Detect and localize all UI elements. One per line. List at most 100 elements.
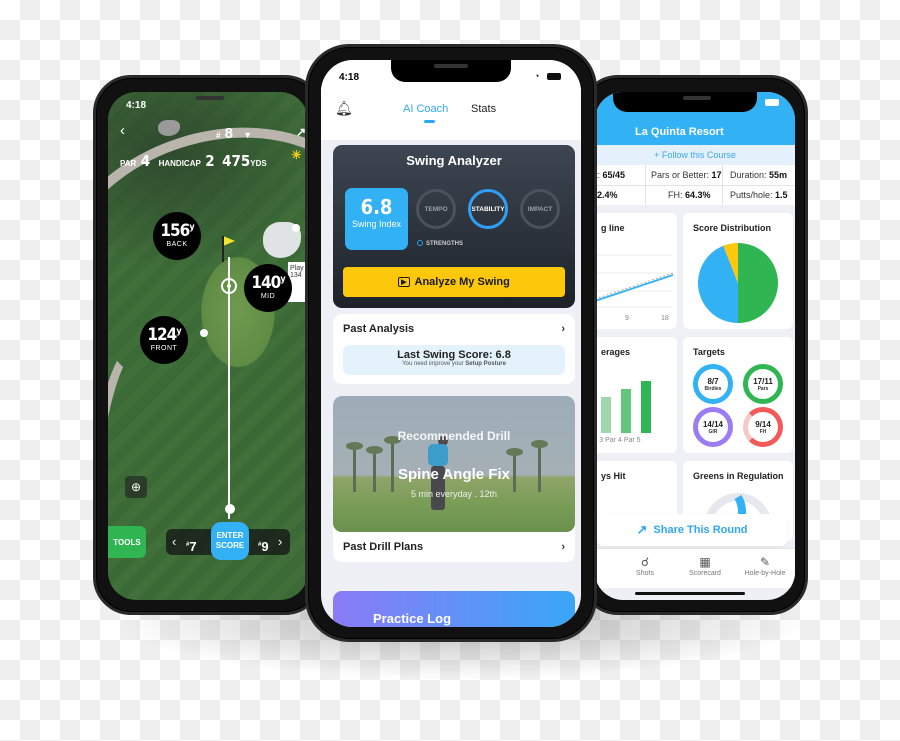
speaker xyxy=(683,96,711,100)
bell-icon[interactable]: 🔔︎ xyxy=(335,100,353,117)
phone-round-stats: ◔ La Quinta Resort + Follow this Course … xyxy=(580,75,808,615)
tab-hole-by-hole[interactable]: ✎ Hole-by-Hole xyxy=(735,555,795,577)
tools-button[interactable]: TOOLS xyxy=(108,526,146,558)
front-dot xyxy=(200,329,208,337)
tick-label: 9 xyxy=(625,315,629,322)
enter-score-button[interactable]: ENTER SCORE xyxy=(211,522,249,560)
layup-dot xyxy=(292,224,300,232)
past-analysis-title: Past Analysis xyxy=(343,323,415,335)
bar-par5 xyxy=(641,381,651,433)
status-time: 4:18 xyxy=(339,72,360,83)
hole-selector[interactable]: # 8 ▼ xyxy=(216,125,252,142)
chevron-down-icon: ▼ xyxy=(243,130,253,140)
speaker xyxy=(434,64,468,68)
handicap-line-series xyxy=(595,274,674,302)
target-fh: 9/14 FH xyxy=(743,407,783,447)
strengths-marker-icon xyxy=(417,240,423,246)
home-indicator[interactable] xyxy=(635,592,745,595)
follow-course-button[interactable]: + Follow this Course xyxy=(595,145,795,165)
phone-ai-coach: 4:18 ◔ 🔔︎ AI Coach Stats Swing Analyzer … xyxy=(305,44,597,642)
swing-analyzer-title: Swing Analyzer xyxy=(406,153,502,168)
stat-item: t: 65/45 xyxy=(595,170,626,180)
recommended-drill-card[interactable]: Recommended Drill Spine Angle Fix 5 min … xyxy=(333,396,575,562)
gps-map-screen[interactable]: 4:18 ‹ # 8 ▼ ↗ ☀ PAR 4 HANDICAP 2 475YDS… xyxy=(108,92,308,600)
practice-log-card[interactable]: Practice Log xyxy=(333,591,575,627)
bunker-top xyxy=(158,120,180,136)
tick-label: r 3 Par 4 Par 5 xyxy=(595,437,641,444)
target-birdies: 8/7 Birdies xyxy=(693,364,733,404)
strengths-legend: STRENGTHS xyxy=(417,240,463,247)
share-icon: ↗ xyxy=(636,522,648,537)
tab-shots[interactable]: ☌ Shots xyxy=(615,555,675,577)
next-hole-chevron-icon[interactable]: › xyxy=(278,534,282,549)
tab-stats[interactable]: Stats xyxy=(471,103,496,115)
score-distribution-pie xyxy=(698,243,778,323)
weather-sun-icon: ☀ xyxy=(291,148,302,162)
handicap-line-baseline xyxy=(595,272,674,300)
notch xyxy=(613,92,757,112)
status-time: 4:18 xyxy=(126,100,147,111)
wifi-icon: ◔ xyxy=(534,71,540,81)
crosshair-target-icon[interactable] xyxy=(221,278,237,294)
tick-label: 18 xyxy=(661,315,669,322)
video-icon: ▶ xyxy=(398,277,410,287)
yardage-mid: 140y MID xyxy=(244,264,292,312)
phone-gps: 4:18 ‹ # 8 ▼ ↗ ☀ PAR 4 HANDICAP 2 475YDS… xyxy=(93,75,323,615)
battery-icon xyxy=(765,99,779,106)
score-distribution-tile[interactable]: Score Distribution xyxy=(683,213,793,329)
share-round-button[interactable]: ↗ Share This Round xyxy=(597,514,787,546)
stat-item: 2.4% xyxy=(597,190,618,200)
pencil-icon: ✎ xyxy=(759,555,771,569)
chevron-right-icon: › xyxy=(561,323,565,335)
stat-item: Duration: 55m xyxy=(730,170,788,180)
averages-tile[interactable]: erages r 3 Par 4 Par 5 xyxy=(595,337,677,453)
stat-item: FH: 64.3% xyxy=(668,190,711,200)
metric-tempo[interactable]: TEMPO xyxy=(416,189,456,229)
yardage-front: 124y FRONT xyxy=(140,316,188,364)
analyze-swing-button[interactable]: ▶ Analyze My Swing xyxy=(343,267,565,297)
bar-par3 xyxy=(601,397,611,433)
recenter-button[interactable]: ⊕ xyxy=(125,476,147,498)
yardage-back: 156y BACK xyxy=(153,212,201,260)
chevron-right-icon: › xyxy=(561,541,565,553)
active-tab-indicator xyxy=(424,120,435,123)
target-gir: 14/14 GIR xyxy=(693,407,733,447)
target-pars: 17/11 Pars xyxy=(743,364,783,404)
back-icon[interactable]: ‹ xyxy=(120,122,125,139)
aim-line xyxy=(228,257,230,519)
battery-icon xyxy=(547,73,561,80)
round-stats-screen: ◔ La Quinta Resort + Follow this Course … xyxy=(595,92,795,600)
ball-icon[interactable] xyxy=(225,504,235,514)
stat-item: Pars or Better: 17 xyxy=(651,170,722,180)
scorecard-icon: ▦ xyxy=(699,555,711,569)
past-analysis-card[interactable]: Past Analysis › Last Swing Score: 6.8 Yo… xyxy=(333,314,575,384)
stat-item: Putts/hole: 1.5 xyxy=(730,190,788,200)
last-swing-score: Last Swing Score: 6.8 You need improve y… xyxy=(343,345,565,375)
drill-image: Recommended Drill Spine Angle Fix 5 min … xyxy=(333,396,575,532)
handicap-line-tile[interactable]: g line 9 18 xyxy=(595,213,677,329)
course-name: La Quinta Resort xyxy=(635,126,724,138)
prev-hole[interactable]: #7 xyxy=(186,534,197,554)
pie-slice-green xyxy=(738,243,778,323)
metric-impact[interactable]: IMPACT xyxy=(520,189,560,229)
round-summary: t: 65/45 Pars or Better: 17 Duration: 55… xyxy=(595,165,795,205)
tab-scorecard[interactable]: ▦ Scorecard xyxy=(675,555,735,577)
prev-hole-chevron-icon[interactable]: ‹ xyxy=(172,534,176,549)
flag-icon xyxy=(223,236,235,246)
crosshair-icon: ⊕ xyxy=(130,480,142,494)
targets-tile[interactable]: Targets 8/7 Birdies 17/11 Pars 14/14 GIR 9/… xyxy=(683,337,793,453)
swing-index-badge[interactable]: 6.8 Swing Index xyxy=(345,188,408,250)
next-hole[interactable]: #9 xyxy=(258,534,269,554)
shots-icon: ☌ xyxy=(640,555,650,569)
tab-ai-coach[interactable]: AI Coach xyxy=(403,103,448,115)
bottom-tab-bar: ☌ Shots ▦ Scorecard ✎ Hole-by-Hole xyxy=(595,548,795,588)
speaker xyxy=(196,96,224,100)
bar-par4 xyxy=(621,389,631,433)
swing-analyzer-card: Swing Analyzer 6.8 Swing Index TEMPO STA… xyxy=(333,145,575,308)
ai-coach-screen: 4:18 ◔ 🔔︎ AI Coach Stats Swing Analyzer … xyxy=(321,60,581,627)
hole-info: PAR 4 HANDICAP 2 475YDS xyxy=(120,152,267,170)
handicap-line-chart xyxy=(595,254,674,308)
flag-pole xyxy=(222,236,224,262)
metric-stability[interactable]: STABILITY xyxy=(468,189,508,229)
past-drill-plans-title[interactable]: Past Drill Plans xyxy=(343,541,423,553)
